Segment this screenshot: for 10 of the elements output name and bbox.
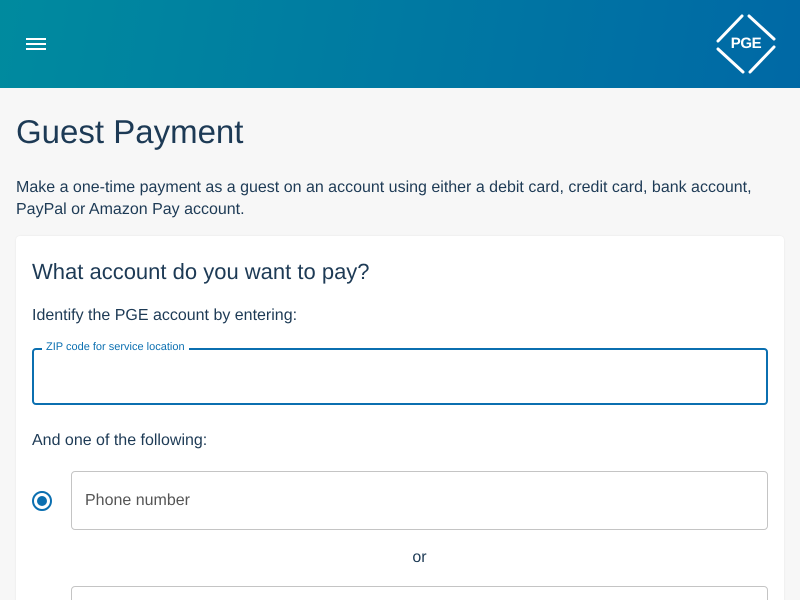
intro-text: Make a one-time payment as a guest on an account using either a debit card, credit card, bank account, PayPal or Amazon Pay account. [16, 178, 753, 220]
separator-text: or [412, 548, 427, 568]
radio-button[interactable] [32, 490, 52, 510]
logo[interactable]: PGE [716, 14, 776, 74]
input-field[interactable]: Phone number [71, 471, 768, 530]
instruction-text: And one of the following: [32, 431, 208, 451]
card-heading: What account do you want to pay? [32, 258, 371, 286]
page-title: Guest Payment [16, 112, 244, 152]
menu-icon[interactable] [26, 36, 46, 52]
instruction-text: Identify the PGE account by entering: [32, 306, 298, 326]
